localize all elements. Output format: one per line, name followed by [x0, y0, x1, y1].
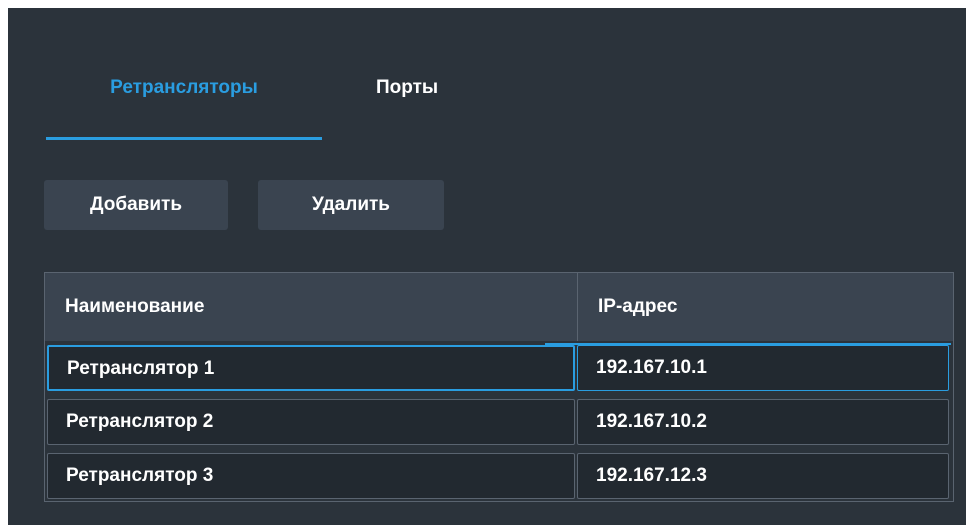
cell-ip[interactable]: 192.167.10.1 [577, 345, 949, 391]
table-row[interactable]: Ретранслятор 1 192.167.10.1 [45, 343, 953, 391]
toolbar: Добавить Удалить [44, 180, 464, 230]
table-row[interactable]: Ретранслятор 2 192.167.10.2 [45, 397, 953, 445]
column-header-name[interactable]: Наименование [45, 273, 577, 341]
cell-ip[interactable]: 192.167.10.2 [577, 399, 949, 445]
table-header: Наименование IP-адрес [45, 273, 953, 341]
relays-table: Наименование IP-адрес Ретранслятор 1 192… [44, 272, 954, 502]
tab-relays[interactable]: Ретрансляторы [46, 64, 322, 140]
tab-ports[interactable]: Порты [346, 64, 480, 140]
tab-bar: Ретрансляторы Порты [46, 64, 606, 140]
delete-button[interactable]: Удалить [258, 180, 444, 230]
tab-ports-label: Порты [376, 77, 439, 98]
tab-relays-label: Ретрансляторы [110, 77, 258, 98]
add-button[interactable]: Добавить [44, 180, 228, 230]
cell-name[interactable]: Ретранслятор 3 [47, 453, 575, 499]
column-header-ip[interactable]: IP-адрес [577, 273, 953, 341]
window-frame: Ретрансляторы Порты Добавить Удалить Наи… [0, 8, 974, 525]
relays-panel: Ретрансляторы Порты Добавить Удалить Наи… [8, 8, 966, 525]
cell-name[interactable]: Ретранслятор 2 [47, 399, 575, 445]
table-row[interactable]: Ретранслятор 3 192.167.12.3 [45, 451, 953, 499]
active-tab-indicator [46, 137, 322, 140]
cell-name[interactable]: Ретранслятор 1 [47, 345, 575, 391]
cell-ip[interactable]: 192.167.12.3 [577, 453, 949, 499]
